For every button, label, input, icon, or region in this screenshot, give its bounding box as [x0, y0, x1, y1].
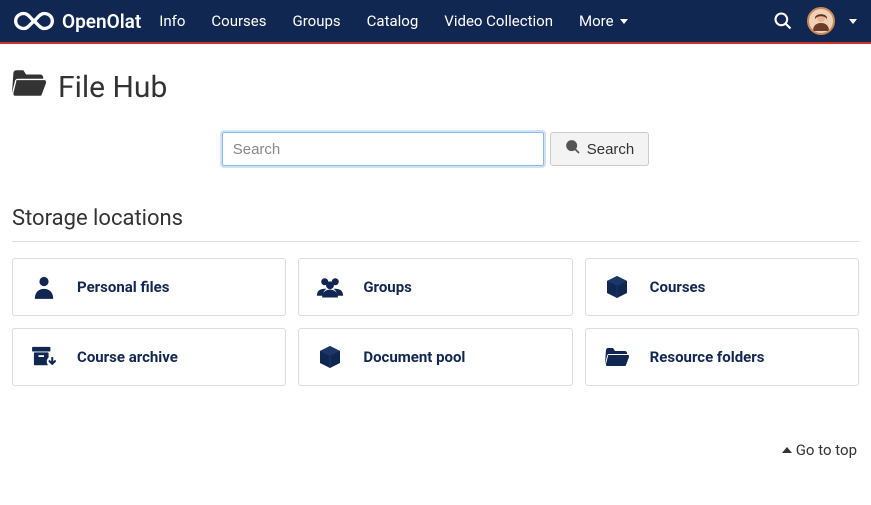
- archive-icon: [29, 346, 59, 368]
- nav-items: Info Courses Groups Catalog Video Collec…: [159, 12, 627, 30]
- nav-right: [773, 7, 857, 35]
- search-icon: [565, 139, 581, 159]
- go-to-top-link[interactable]: Go to top: [782, 441, 857, 459]
- section-header-storage: Storage locations: [12, 206, 859, 242]
- nav-item-more[interactable]: More: [579, 12, 628, 30]
- nav-more-label: More: [579, 12, 614, 30]
- search-row: Search: [12, 132, 859, 166]
- brand[interactable]: OpenOlat: [14, 10, 141, 33]
- folder-open-icon: [12, 68, 46, 106]
- card-courses[interactable]: Courses: [585, 258, 859, 316]
- card-personal-files[interactable]: Personal files: [12, 258, 286, 316]
- nav-item-courses[interactable]: Courses: [211, 12, 266, 30]
- brand-name: OpenOlat: [62, 10, 141, 33]
- search-input[interactable]: [222, 132, 544, 166]
- storage-cards: Personal files Groups: [12, 258, 859, 386]
- card-groups[interactable]: Groups: [298, 258, 572, 316]
- nav-item-video-collection[interactable]: Video Collection: [444, 12, 553, 30]
- users-icon: [315, 276, 345, 298]
- chevron-down-icon[interactable]: [849, 19, 857, 24]
- card-document-pool[interactable]: Document pool: [298, 328, 572, 386]
- card-label: Resource folders: [650, 348, 765, 366]
- card-label: Groups: [363, 278, 412, 296]
- top-navbar: OpenOlat Info Courses Groups Catalog Vid…: [0, 0, 871, 44]
- search-button-label: Search: [587, 141, 635, 158]
- card-label: Personal files: [77, 278, 169, 296]
- box-icon: [315, 345, 345, 369]
- cube-icon: [602, 275, 632, 299]
- chevron-down-icon: [620, 19, 628, 24]
- card-resource-folders[interactable]: Resource folders: [585, 328, 859, 386]
- user-icon: [29, 275, 59, 299]
- folder-open-icon: [602, 347, 632, 367]
- infinity-logo-icon: [14, 10, 54, 32]
- card-label: Course archive: [77, 348, 178, 366]
- search-icon[interactable]: [773, 11, 793, 31]
- user-avatar[interactable]: [807, 7, 835, 35]
- page-title-text: File Hub: [58, 70, 167, 105]
- page-title: File Hub: [12, 68, 859, 106]
- go-to-top-label: Go to top: [796, 441, 857, 459]
- chevron-up-icon: [782, 447, 792, 453]
- card-course-archive[interactable]: Course archive: [12, 328, 286, 386]
- card-label: Document pool: [363, 348, 465, 366]
- nav-item-catalog[interactable]: Catalog: [367, 12, 419, 30]
- nav-item-groups[interactable]: Groups: [293, 12, 341, 30]
- page-content: File Hub Search Storage locations Person…: [0, 44, 871, 398]
- card-label: Courses: [650, 278, 706, 296]
- search-button[interactable]: Search: [550, 132, 650, 166]
- nav-item-info[interactable]: Info: [159, 12, 185, 30]
